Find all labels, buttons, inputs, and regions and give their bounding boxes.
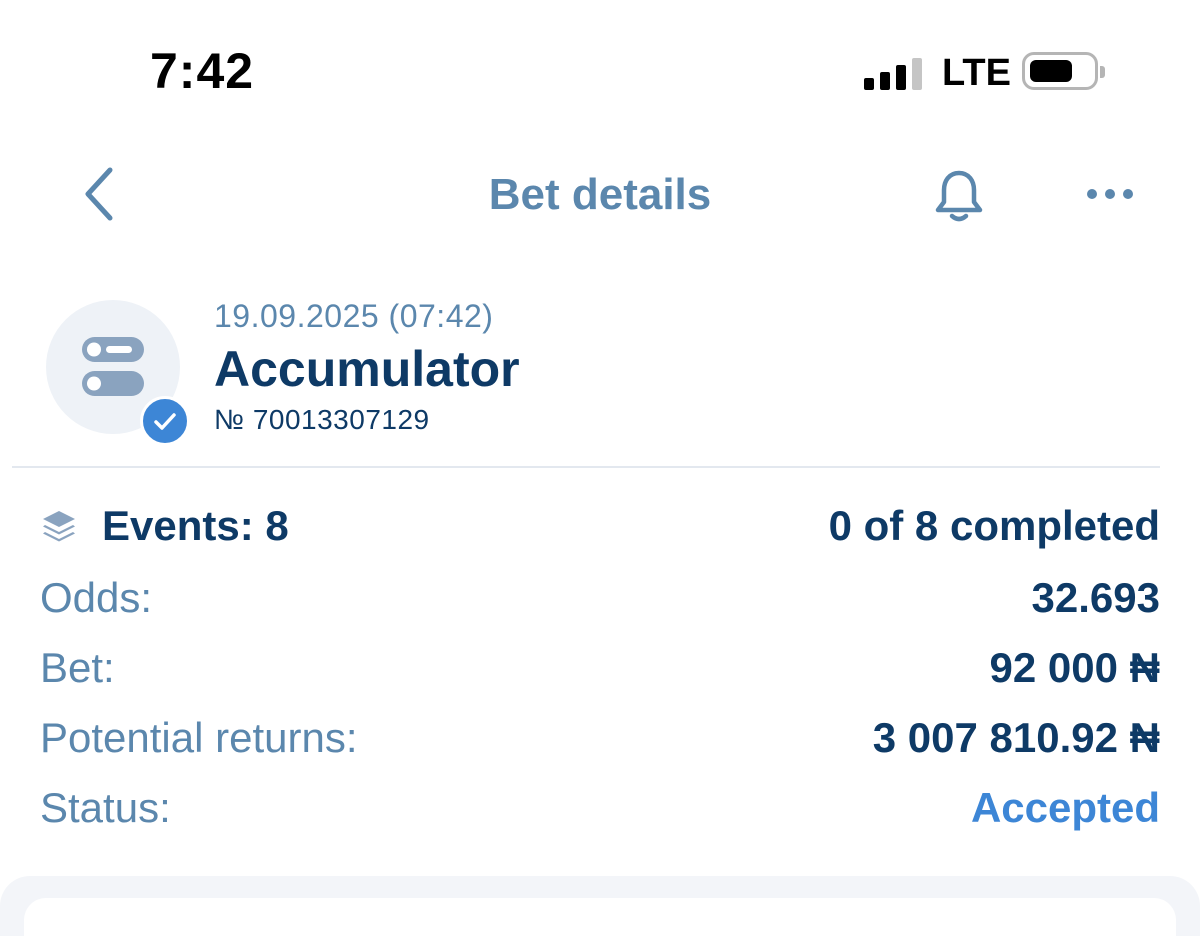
potential-returns-label: Potential returns: [40,714,358,761]
potential-returns-row: Potential returns: 3 007 810.92 ₦ [40,714,1160,774]
odds-row: Odds: 32.693 [40,574,1160,634]
battery-icon [1022,52,1105,90]
odds-label: Odds: [40,574,153,621]
bell-icon [935,170,983,222]
status-time: 7:42 [150,43,255,99]
bet-label: Bet: [40,644,115,691]
status-row: Status: Accepted [40,784,1160,844]
events-list-card-inner [24,898,1176,948]
status-label: Status: [40,784,171,831]
divider [12,466,1160,468]
accepted-check-badge [140,396,190,446]
more-options-button[interactable] [1082,174,1138,214]
bet-number: № 70013307129 [214,404,430,435]
bet-row: Bet: 92 000 ₦ [40,644,1160,704]
status-bar: 7:42 LTE [0,0,1200,140]
layers-icon [43,511,75,542]
notifications-button[interactable] [930,166,988,224]
bet-date: 19.09.2025 (07:42) [214,298,494,334]
potential-returns-value: 3 007 810.92 ₦ [872,714,1160,761]
network-type: LTE [942,52,1011,94]
events-progress: 0 of 8 completed [828,502,1160,549]
check-badge-icon [154,413,176,430]
page-title: Bet details [488,170,712,219]
bet-amount: 92 000 ₦ [989,644,1160,691]
status-badge: Accepted [970,784,1160,831]
events-row: Events: 8 0 of 8 completed [40,502,1160,562]
more-dots-icon [1087,189,1133,199]
signal-strength-icon [864,54,924,90]
events-label: Events: 8 [102,502,289,549]
bet-type-title: Accumulator [214,341,520,397]
nav-header: Bet details [0,150,1200,240]
odds-value: 32.693 [1031,574,1160,621]
events-list-card [0,876,1200,948]
